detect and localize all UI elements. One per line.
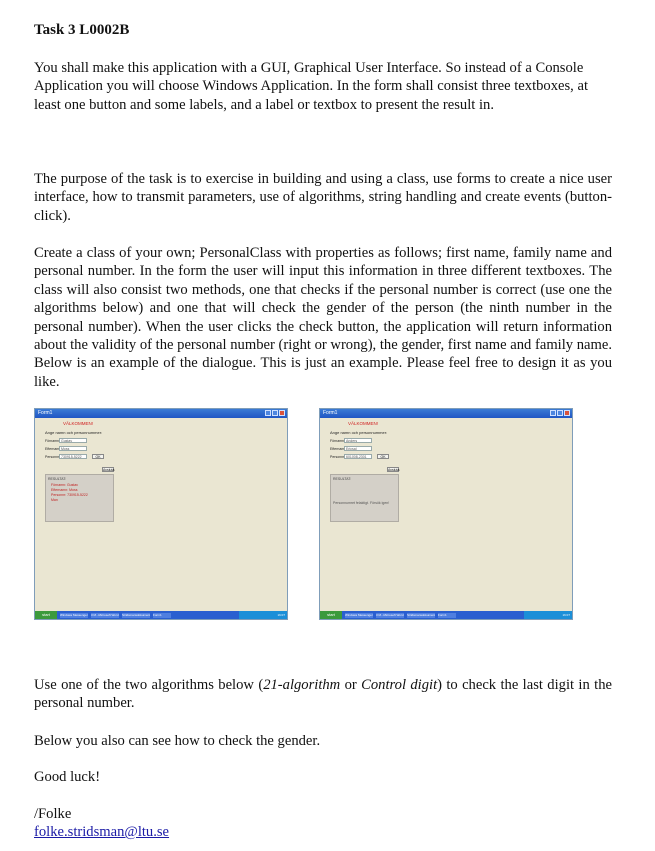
taskbar-item: 3 M...Microsoft Word xyxy=(376,612,404,618)
window-controls xyxy=(550,410,570,416)
start-button: start xyxy=(35,611,57,619)
welcome-label: VÄLKOMMEN! xyxy=(348,421,379,426)
first-name-row: Förnamn: Anders xyxy=(330,438,410,443)
taskbar-item: Windows Messenger xyxy=(345,612,373,618)
ok-button: OK xyxy=(377,454,389,459)
first-name-field: Anders xyxy=(344,438,372,443)
personal-number-label: Personnr: xyxy=(330,454,346,459)
personal-number-field: 601008-2301 xyxy=(344,454,372,459)
exit-button: Avsluta xyxy=(102,467,115,472)
algorithm-text-before: Use one of the two algorithms below ( xyxy=(34,677,264,693)
personal-number-field: 730915-5222 xyxy=(59,454,87,459)
prompt-label: Ange namn och personnummer: xyxy=(330,430,388,435)
example-screenshot-valid: Form1 VÄLKOMMEN! Ange namn och personnum… xyxy=(34,408,288,620)
result-message: Personnumret felaktigt. Försök igen! xyxy=(333,501,390,505)
personal-number-label: Personnr: xyxy=(45,454,61,459)
close-icon xyxy=(279,410,285,416)
maximize-icon xyxy=(557,410,563,416)
good-luck-text: Good luck! xyxy=(34,769,101,785)
close-icon xyxy=(564,410,570,416)
taskbar: start Windows Messenger 3 M...Microsoft … xyxy=(320,611,572,619)
example-screenshot-invalid: Form1 VÄLKOMMEN! Ange namn och personnum… xyxy=(319,408,573,620)
window-controls xyxy=(265,410,285,416)
email-paragraph: folke.stridsman@ltu.se xyxy=(34,823,612,841)
result-label: RESULTAT: xyxy=(48,477,67,481)
window-titlebar: Form1 xyxy=(320,409,572,418)
result-line: Man xyxy=(51,498,58,502)
taskbar-item: Stridsmansdokument xyxy=(122,612,150,618)
first-name-row: Förnamn: Gustav xyxy=(45,438,125,443)
requirements-paragraph: Create a class of your own; PersonalClas… xyxy=(34,245,612,390)
system-tray: 16:07 xyxy=(524,611,572,619)
gender-paragraph: Below you also can see how to check the … xyxy=(34,733,321,749)
taskbar: start Windows Messenger 3 M...Microsoft … xyxy=(35,611,287,619)
result-label: RESULTAT: xyxy=(333,477,352,481)
first-name-label: Förnamn: xyxy=(45,438,60,443)
form-content: VÄLKOMMEN! Ange namn och personnummer: F… xyxy=(45,421,125,522)
task-title: Task 3 L0002B xyxy=(34,22,130,38)
ok-button: OK xyxy=(92,454,104,459)
result-box: RESULTAT: Personnumret felaktigt. Försök… xyxy=(330,474,399,522)
start-button: start xyxy=(320,611,342,619)
family-name-field: Ericsal xyxy=(344,446,372,451)
welcome-label: VÄLKOMMEN! xyxy=(63,421,94,426)
email-link[interactable]: folke.stridsman@ltu.se xyxy=(34,824,169,840)
algorithm-paragraph: Use one of the two algorithms below (21-… xyxy=(34,676,612,713)
result-line: Personnr: 730915-5222 xyxy=(51,493,88,497)
personal-number-row: Personnr: 601008-2301 OK xyxy=(330,454,410,459)
algorithm-control-digit-name: Control digit xyxy=(361,677,438,693)
algorithm-21-name: 21-algorithm xyxy=(263,677,341,693)
taskbar-item: 3 M...Microsoft Word xyxy=(91,612,119,618)
family-name-row: Efternamn: Moss xyxy=(45,446,125,451)
first-name-label: Förnamn: xyxy=(330,438,345,443)
signature: /Folke xyxy=(34,806,72,822)
taskbar-item: Stridsmansdokument xyxy=(407,612,435,618)
taskbar-item: Windows Messenger xyxy=(60,612,88,618)
prompt-label: Ange namn och personnummer: xyxy=(45,430,103,435)
exit-button: Avsluta xyxy=(387,467,400,472)
taskbar-item: Form1 xyxy=(153,612,171,618)
algorithm-text-mid: or xyxy=(340,677,362,693)
family-name-row: Efternamn: Ericsal xyxy=(330,446,410,451)
window-title: Form1 xyxy=(38,410,53,416)
result-box: RESULTAT: Förnamn: Gustav Efternamn: Mos… xyxy=(45,474,114,522)
form-content: VÄLKOMMEN! Ange namn och personnummer: F… xyxy=(330,421,410,522)
window-titlebar: Form1 xyxy=(35,409,287,418)
purpose-paragraph: The purpose of the task is to exercise i… xyxy=(34,171,612,224)
family-name-field: Moss xyxy=(59,446,87,451)
window-title: Form1 xyxy=(323,410,338,416)
personal-number-row: Personnr: 730915-5222 OK xyxy=(45,454,125,459)
taskbar-item: Form1 xyxy=(438,612,456,618)
result-line: Förnamn: Gustav xyxy=(51,483,79,487)
minimize-icon xyxy=(550,410,556,416)
minimize-icon xyxy=(265,410,271,416)
system-tray: 16:07 xyxy=(239,611,287,619)
result-line: Efternamn: Moss xyxy=(51,488,78,492)
first-name-field: Gustav xyxy=(59,438,87,443)
family-name-label: Efternamn: xyxy=(45,446,63,451)
intro-paragraph: You shall make this application with a G… xyxy=(34,60,589,113)
family-name-label: Efternamn: xyxy=(330,446,348,451)
maximize-icon xyxy=(272,410,278,416)
